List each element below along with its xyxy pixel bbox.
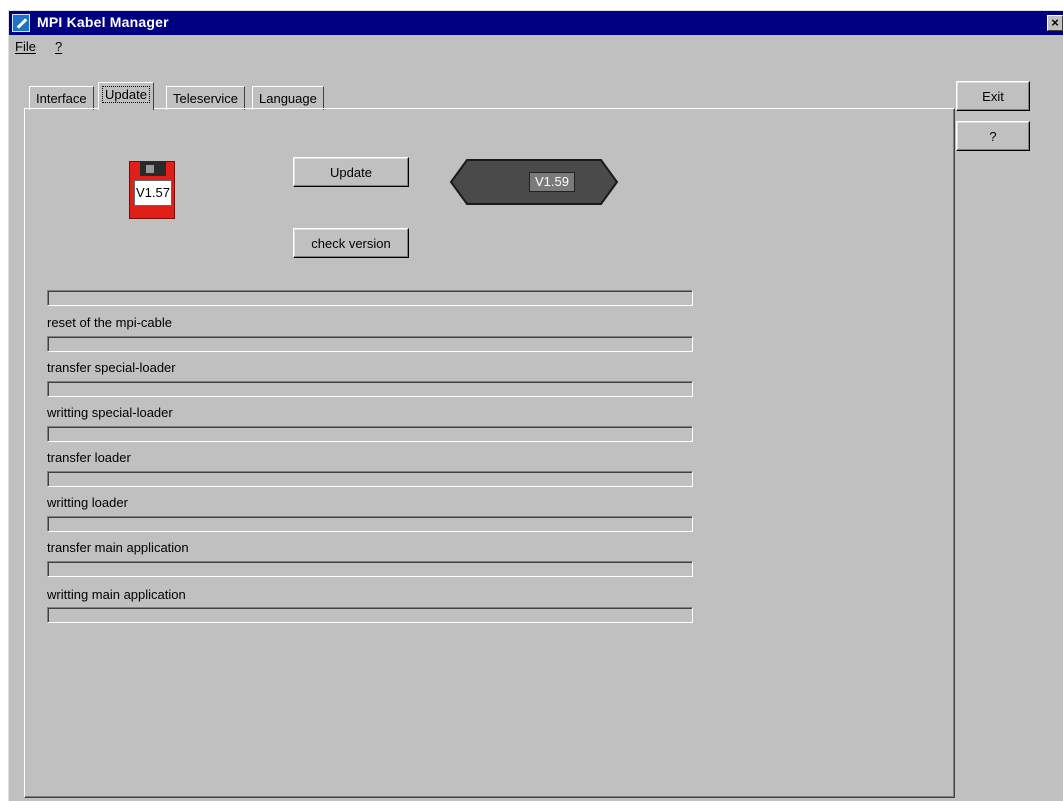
step-transfer-main-label: transfer main application [47,540,189,555]
menu-help[interactable]: ? [55,39,62,54]
tab-teleservice-label: Teleservice [173,91,239,106]
progress-bar-transfer-loader [47,471,693,487]
tab-teleservice[interactable]: Teleservice [166,86,246,110]
progress-bar-transfer-main [47,561,693,577]
tab-language[interactable]: Language [252,86,324,110]
main-window: MPI Kabel Manager × File ? Interface Upd… [8,10,1063,801]
step-transfer-special-label: transfer special-loader [47,360,176,375]
app-icon [12,14,30,32]
progress-bar-transfer-special [47,381,693,397]
tab-interface[interactable]: Interface [29,86,94,110]
step-writing-special-label: writting special-loader [47,405,173,420]
help-button[interactable]: ? [956,121,1030,151]
check-version-button[interactable]: check version [293,228,409,258]
close-button[interactable]: × [1047,15,1063,31]
title-bar[interactable]: MPI Kabel Manager × [9,11,1063,35]
mpi-cable-device-icon: V1.59 [449,158,619,206]
progress-bar-writing-loader [47,516,693,532]
step-transfer-loader-label: transfer loader [47,450,131,465]
device-version-label: V1.59 [529,172,575,192]
exit-button[interactable]: Exit [956,81,1030,111]
tab-update[interactable]: Update [98,82,154,110]
update-button[interactable]: Update [293,157,409,187]
tab-update-label: Update [102,86,150,103]
progress-bar-writing-special [47,426,693,442]
tab-interface-label: Interface [36,91,87,106]
floppy-disk-icon: V1.57 [129,161,175,219]
step-writing-main-label: writting main application [47,587,186,602]
progress-bar-reset [47,336,693,352]
floppy-shutter [140,162,166,176]
progress-bar-writing-main [47,607,693,623]
step-reset-label: reset of the mpi-cable [47,315,173,330]
progress-bar-overall [47,290,693,306]
window-title: MPI Kabel Manager [37,14,169,30]
menu-bar: File ? [9,35,1063,57]
tab-language-label: Language [259,91,317,106]
file-version-label: V1.57 [134,180,172,206]
step-writing-loader-label: writting loader [47,495,128,510]
menu-file[interactable]: File [15,39,36,54]
